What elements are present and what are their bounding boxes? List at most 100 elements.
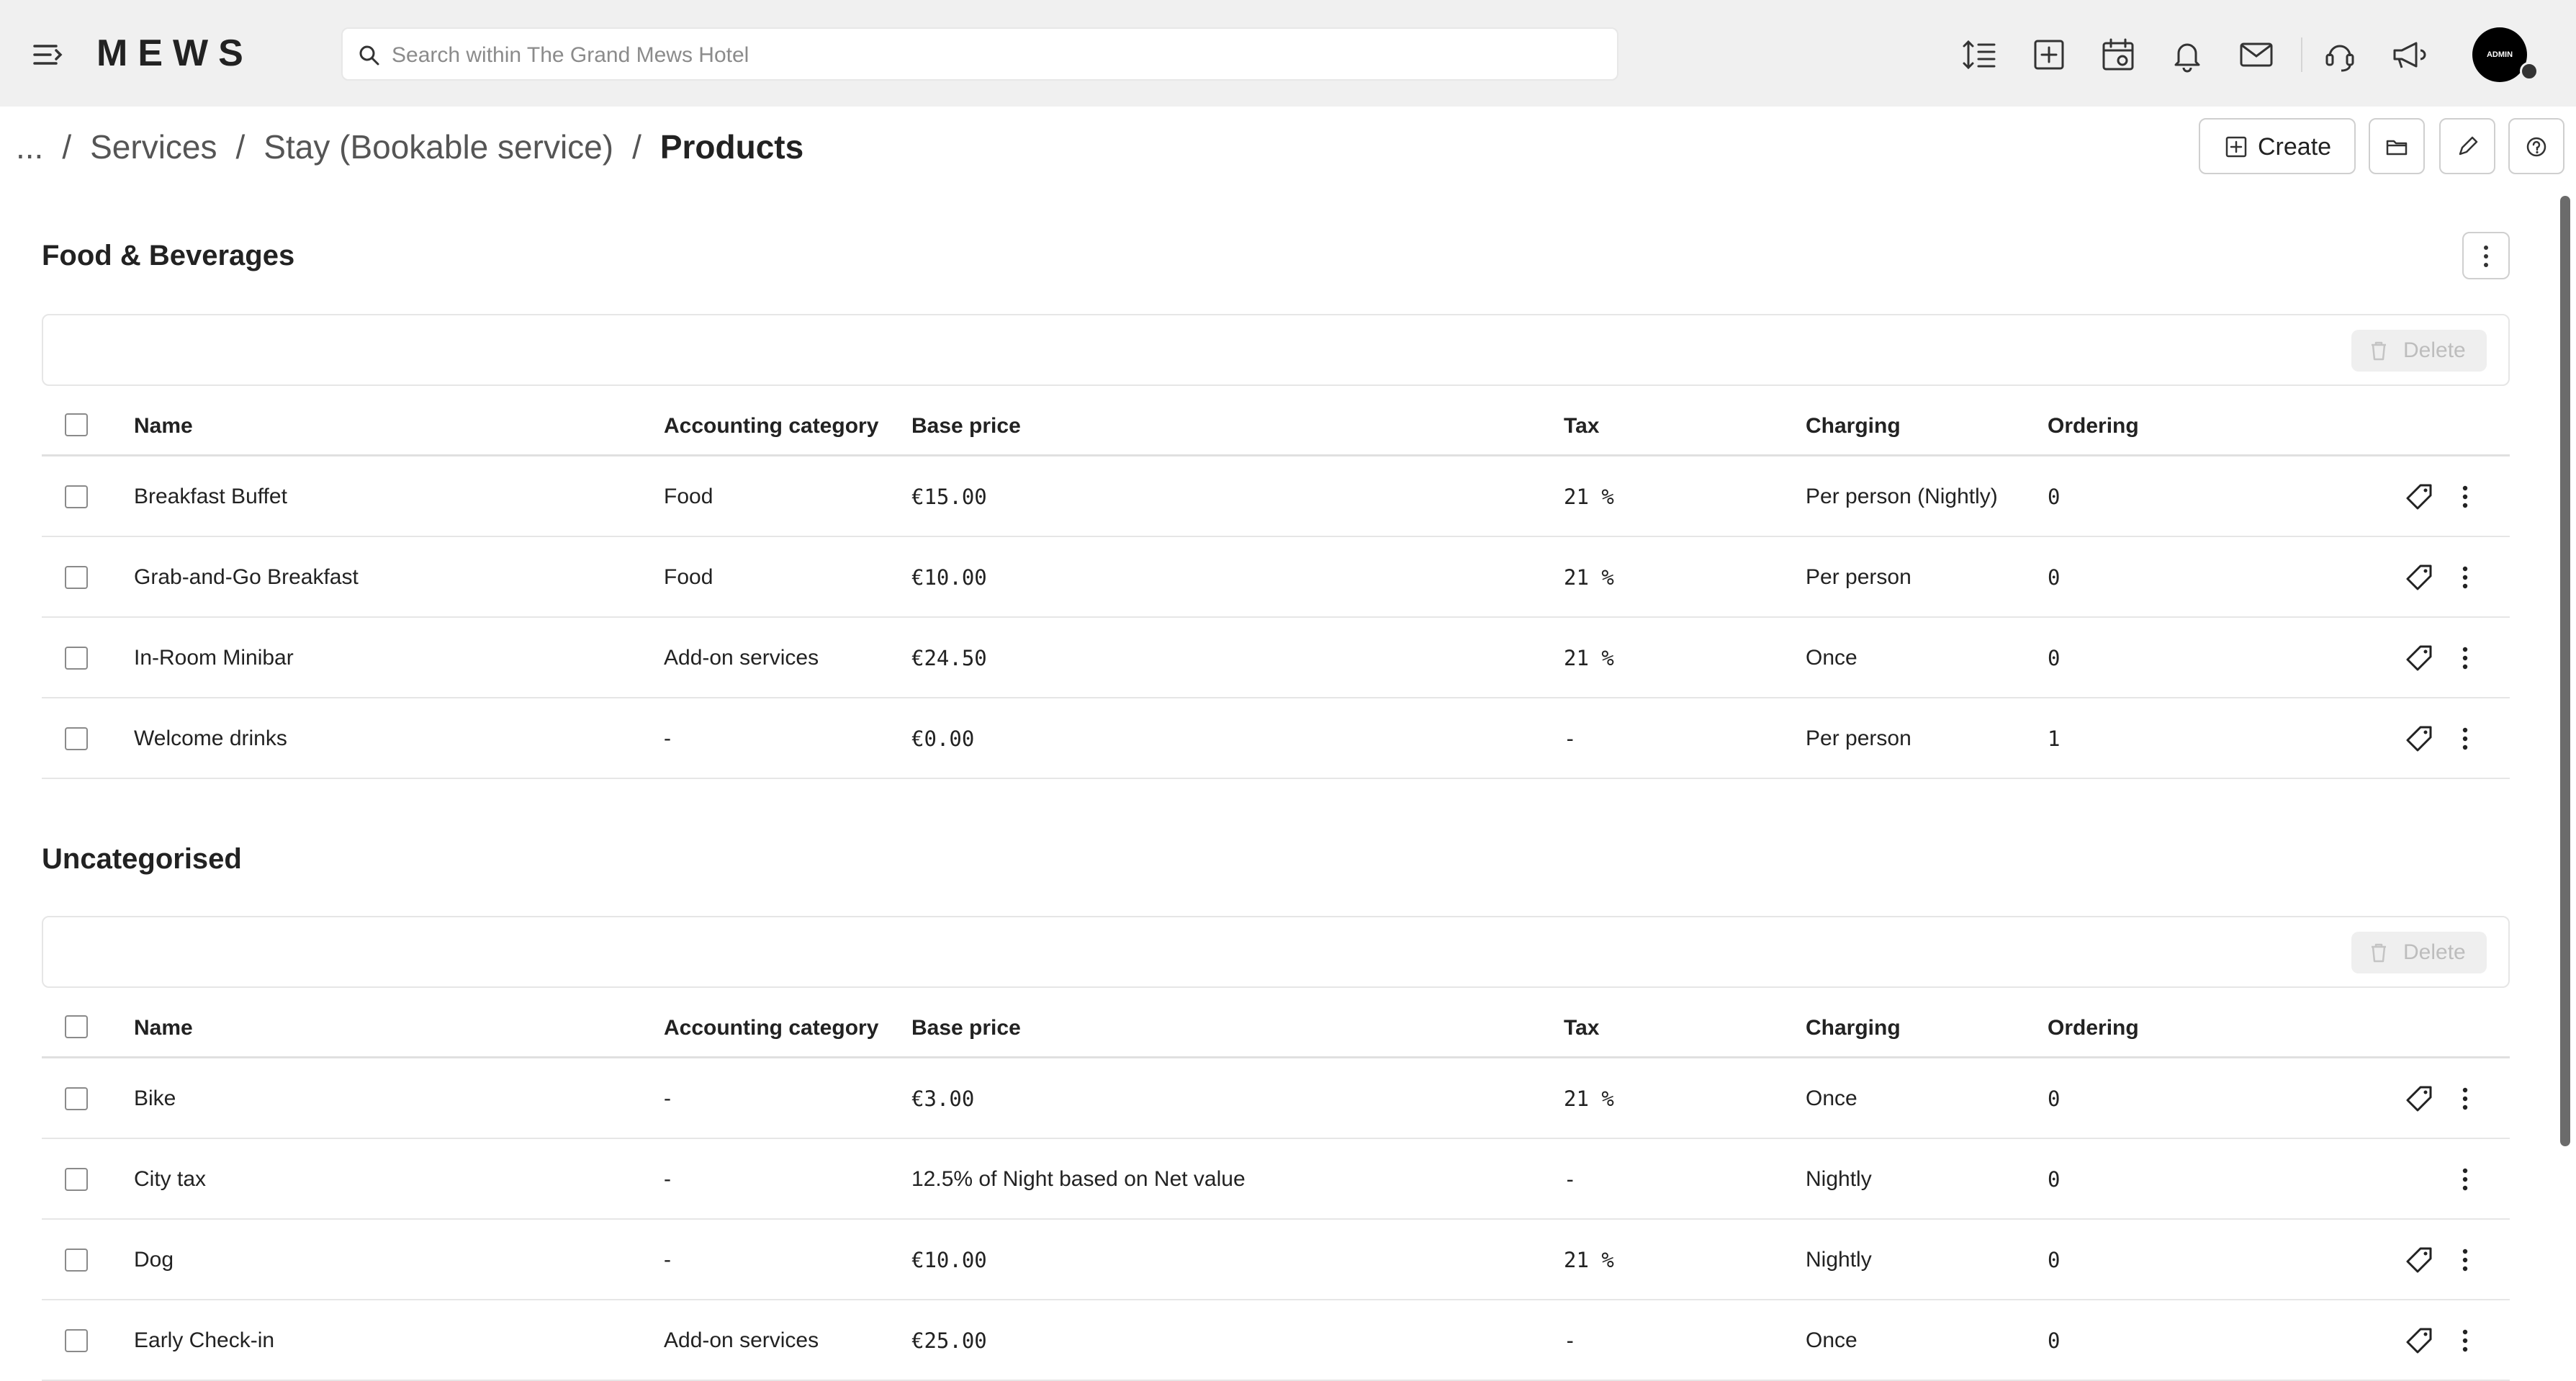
row-kebab-icon[interactable]	[2449, 723, 2481, 755]
table-header: Name Accounting category Base price Tax …	[42, 997, 2510, 1058]
column-header[interactable]: Accounting category	[664, 412, 878, 441]
tag-icon[interactable]	[2403, 1083, 2435, 1115]
table-row[interactable]: Dog - €10.00 21 % Nightly 0	[42, 1220, 2510, 1300]
column-header[interactable]: Tax	[1564, 1014, 1599, 1043]
row-checkbox[interactable]	[65, 1329, 88, 1352]
base-price: €10.00	[911, 1248, 987, 1272]
row-checkbox[interactable]	[65, 566, 88, 589]
kebab-icon	[2484, 246, 2488, 267]
table-row[interactable]: Grab-and-Go Breakfast Food €10.00 21 % P…	[42, 537, 2510, 618]
calendar-view-icon[interactable]	[2098, 35, 2138, 75]
select-all-checkbox[interactable]	[65, 1015, 88, 1038]
accounting-category: -	[664, 727, 671, 750]
base-price: €10.00	[911, 565, 987, 590]
tax: 21 %	[1564, 485, 1614, 509]
search-icon	[359, 45, 379, 66]
ordering: 0	[2048, 1248, 2061, 1272]
search-input[interactable]: Search within The Grand Mews Hotel	[341, 27, 1618, 81]
row-kebab-icon[interactable]	[2449, 562, 2481, 593]
avatar-status-icon	[2520, 62, 2539, 81]
breadcrumb-ellipsis[interactable]: ...	[16, 128, 43, 166]
charging: Nightly	[1806, 1248, 1872, 1272]
delete-button[interactable]: Delete	[2351, 330, 2487, 372]
row-checkbox[interactable]	[65, 1087, 88, 1110]
row-kebab-icon[interactable]	[2449, 1325, 2481, 1357]
column-header[interactable]: Base price	[911, 412, 1021, 441]
table-toolbar: Delete	[42, 916, 2510, 988]
product-name: In-Room Minibar	[134, 646, 294, 670]
ordering: 0	[2048, 646, 2061, 670]
tag-icon[interactable]	[2403, 481, 2435, 513]
ordering: 1	[2048, 727, 2061, 751]
mail-icon[interactable]	[2236, 35, 2276, 75]
row-checkbox[interactable]	[65, 647, 88, 670]
product-name: Bike	[134, 1087, 176, 1110]
tag-icon[interactable]	[2403, 1244, 2435, 1276]
column-header[interactable]: Ordering	[2048, 1014, 2139, 1043]
column-header[interactable]: Tax	[1564, 412, 1599, 441]
row-checkbox[interactable]	[65, 1168, 88, 1191]
row-kebab-icon[interactable]	[2449, 1164, 2481, 1195]
tax: -	[1564, 1167, 1577, 1192]
breadcrumb-services[interactable]: Services	[90, 128, 217, 166]
breadcrumb: ... / Services / Stay (Bookable service) / Pro…	[16, 128, 804, 166]
breadcrumb-stay[interactable]: Stay (Bookable service)	[264, 128, 613, 166]
help-button[interactable]	[2508, 118, 2564, 174]
row-kebab-icon[interactable]	[2449, 642, 2481, 674]
column-header[interactable]: Accounting category	[664, 1014, 878, 1043]
menu-icon[interactable]	[32, 40, 63, 69]
table-row[interactable]: Bike - €3.00 21 % Once 0	[42, 1058, 2510, 1139]
column-header[interactable]: Base price	[911, 1014, 1021, 1043]
megaphone-icon[interactable]	[2389, 35, 2429, 75]
search-placeholder: Search within The Grand Mews Hotel	[392, 43, 749, 67]
top-bar: MEWS Search within The Grand Mews Hotel …	[0, 0, 2576, 107]
support-icon[interactable]	[2320, 35, 2360, 75]
row-kebab-icon[interactable]	[2449, 481, 2481, 513]
row-checkbox[interactable]	[65, 1249, 88, 1272]
row-kebab-icon[interactable]	[2449, 1083, 2481, 1115]
column-header[interactable]: Charging	[1806, 412, 1901, 441]
avatar[interactable]: ADMIN	[2472, 27, 2527, 82]
column-header[interactable]: Ordering	[2048, 412, 2139, 441]
ordering: 0	[2048, 565, 2061, 590]
row-checkbox[interactable]	[65, 727, 88, 750]
tag-icon[interactable]	[2403, 1325, 2435, 1357]
charging: Per person	[1806, 727, 1911, 750]
table-row[interactable]: City tax - 12.5% of Night based on Net v…	[42, 1139, 2510, 1220]
bell-icon[interactable]	[2167, 35, 2207, 75]
product-name: Early Check-in	[134, 1328, 275, 1352]
section-menu-button[interactable]	[2462, 232, 2510, 279]
tax: 21 %	[1564, 565, 1614, 590]
row-checkbox[interactable]	[65, 485, 88, 508]
accounting-category: -	[664, 1167, 671, 1191]
table-row[interactable]: Early Check-in Add-on services €25.00 - …	[42, 1300, 2510, 1381]
column-header[interactable]: Charging	[1806, 1014, 1901, 1043]
ordering: 0	[2048, 1167, 2061, 1192]
delete-button[interactable]: Delete	[2351, 932, 2487, 973]
tax: -	[1564, 1328, 1577, 1353]
row-kebab-icon[interactable]	[2449, 1244, 2481, 1276]
tag-icon[interactable]	[2403, 723, 2435, 755]
add-square-icon[interactable]	[2029, 35, 2069, 75]
base-price: €25.00	[911, 1328, 987, 1353]
mews-logo[interactable]: MEWS	[96, 30, 253, 76]
tag-icon[interactable]	[2403, 642, 2435, 674]
table-row[interactable]: Breakfast Buffet Food €15.00 21 % Per pe…	[42, 456, 2510, 537]
scrollbar[interactable]	[2560, 196, 2570, 1146]
edit-button[interactable]	[2439, 118, 2495, 174]
select-all-checkbox[interactable]	[65, 413, 88, 436]
table-row[interactable]: In-Room Minibar Add-on services €24.50 2…	[42, 618, 2510, 698]
add-square-icon	[2225, 136, 2247, 158]
tax: 21 %	[1564, 1087, 1614, 1111]
table-row[interactable]: Welcome drinks - €0.00 - Per person 1	[42, 698, 2510, 779]
create-button[interactable]: Create	[2199, 118, 2356, 174]
section-title-food: Food & Beverages	[42, 240, 295, 271]
folder-button[interactable]	[2369, 118, 2425, 174]
delete-label: Delete	[2403, 940, 2466, 964]
base-price: €3.00	[911, 1087, 975, 1111]
tag-icon[interactable]	[2403, 562, 2435, 593]
folder-icon	[2386, 140, 2408, 156]
column-header[interactable]: Name	[134, 412, 193, 441]
column-header[interactable]: Name	[134, 1014, 193, 1043]
line-height-icon[interactable]	[1960, 35, 2000, 75]
